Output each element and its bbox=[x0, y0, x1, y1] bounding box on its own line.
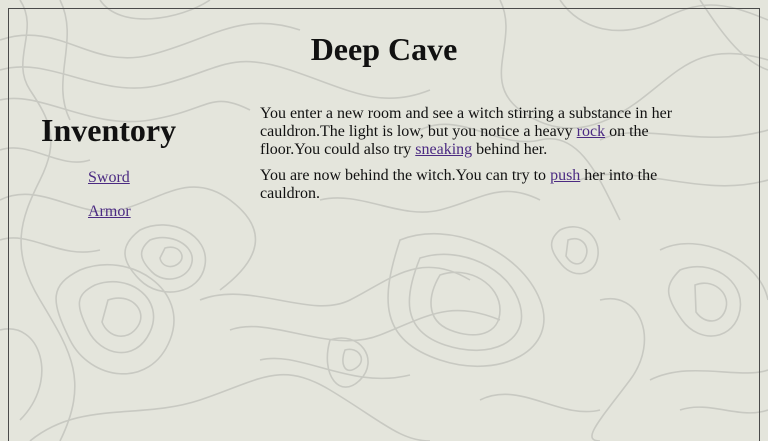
inventory-item-sword-link[interactable]: Sword bbox=[88, 169, 130, 186]
story-text: You are now behind the witch.You can try… bbox=[260, 167, 551, 184]
sneaking-link[interactable]: sneaking bbox=[415, 141, 472, 158]
story-paragraph: You are now behind the witch.You can try… bbox=[260, 167, 690, 203]
page-title: Deep Cave bbox=[310, 31, 458, 67]
inventory-heading: Inventory bbox=[41, 112, 177, 148]
story-text: behind her. bbox=[472, 141, 548, 158]
story-panel: You enter a new room and see a witch sti… bbox=[260, 105, 690, 211]
story-paragraph: You enter a new room and see a witch sti… bbox=[260, 105, 690, 159]
inventory-item: Armor bbox=[88, 202, 131, 236]
inventory-list: Sword Armor bbox=[88, 168, 131, 236]
rock-link[interactable]: rock bbox=[577, 123, 605, 140]
push-link[interactable]: push bbox=[550, 167, 580, 184]
inventory-item-armor-link[interactable]: Armor bbox=[88, 203, 131, 220]
inventory-item: Sword bbox=[88, 168, 131, 202]
